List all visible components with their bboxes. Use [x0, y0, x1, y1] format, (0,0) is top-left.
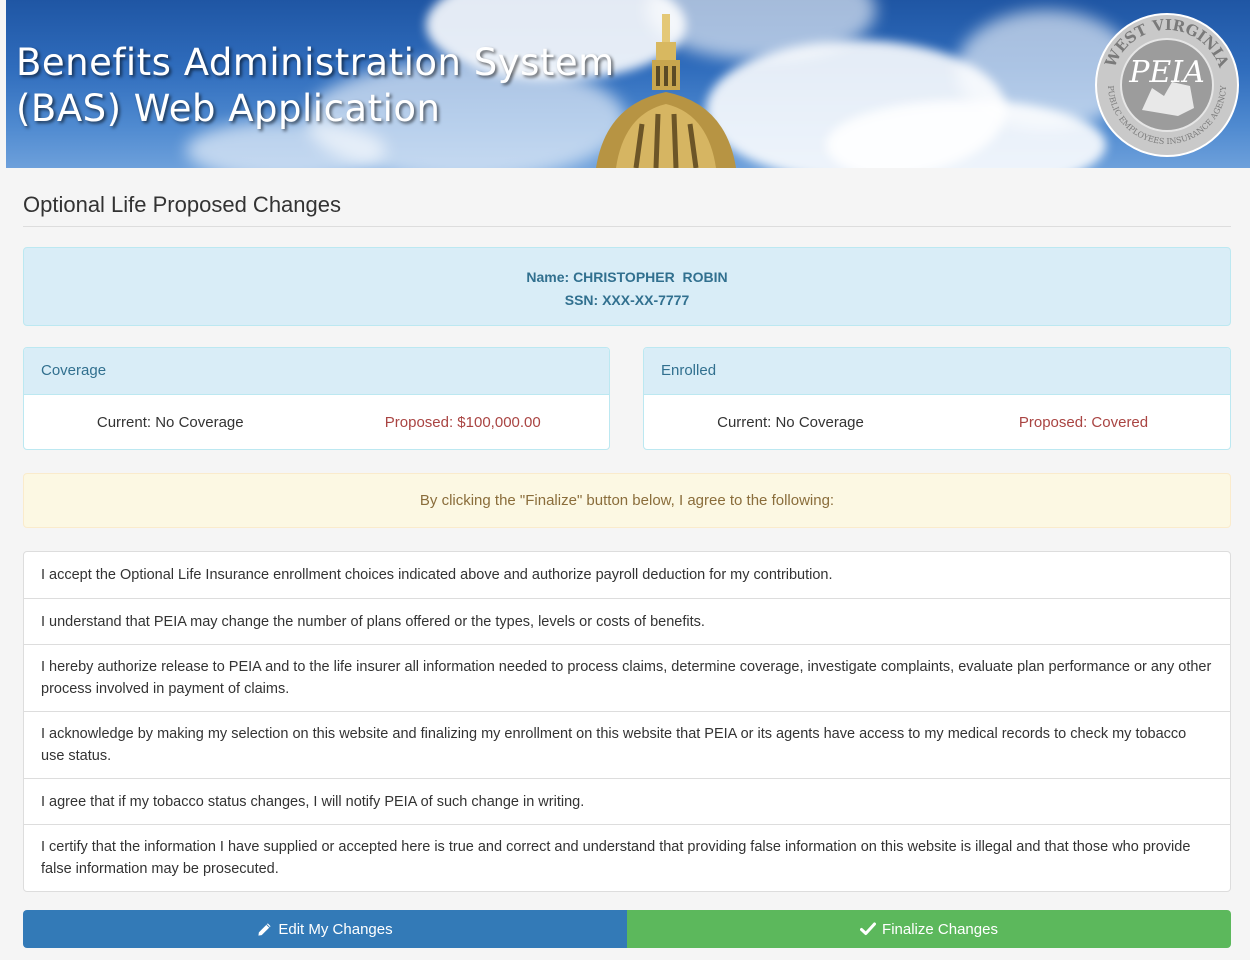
coverage-panel-body: Current: No Coverage Proposed: $100,000.…	[24, 395, 609, 449]
checkmark-icon	[860, 922, 877, 935]
enrolled-panel-heading: Enrolled	[644, 348, 1230, 395]
list-item: I understand that PEIA may change the nu…	[24, 598, 1230, 644]
member-ssn: SSN: XXX-XX-7777	[564, 292, 690, 308]
agreement-text: I hereby authorize release to PEIA and t…	[41, 659, 1212, 697]
action-buttons: Edit My Changes Finalize Changes	[23, 910, 1231, 948]
list-item: I hereby authorize release to PEIA and t…	[24, 644, 1230, 711]
peia-seal-logo: WEST VIRGINIA PUBLIC EMPLOYEES INSURANCE…	[1095, 13, 1239, 157]
agreement-list: I accept the Optional Life Insurance enr…	[23, 551, 1231, 892]
list-item: I agree that if my tobacco status change…	[24, 778, 1230, 824]
list-item: I accept the Optional Life Insurance enr…	[24, 552, 1230, 598]
banner-title-line1: Benefits Administration System	[16, 41, 615, 84]
agreement-text: I certify that the information I have su…	[41, 839, 1191, 877]
banner-title: Benefits Administration System (BAS) Web…	[16, 40, 615, 132]
agreement-text: I acknowledge by making my selection on …	[41, 726, 1187, 764]
member-name: Name: CHRISTOPHER ROBIN	[526, 269, 728, 285]
member-info-box: Name: CHRISTOPHER ROBIN SSN: XXX-XX-7777	[23, 247, 1231, 326]
agreement-text: I accept the Optional Life Insurance enr…	[41, 567, 833, 583]
agreement-text: I understand that PEIA may change the nu…	[41, 613, 705, 630]
seal-center-text: PEIA	[1128, 55, 1205, 90]
enrolled-current: Current: No Coverage	[717, 414, 864, 431]
pencil-icon	[258, 922, 271, 936]
list-item: I certify that the information I have su…	[24, 824, 1230, 891]
edit-changes-label: Edit My Changes	[278, 920, 393, 938]
header-banner: Benefits Administration System (BAS) Web…	[6, 0, 1250, 168]
coverage-proposed: Proposed: $100,000.00	[384, 414, 541, 431]
enrolled-panel: Enrolled Current: No Coverage Proposed: …	[643, 347, 1231, 450]
finalize-changes-label: Finalize Changes	[882, 920, 998, 938]
banner-title-line2: (BAS) Web Application	[16, 87, 441, 130]
enrolled-proposed: Proposed: Covered	[1018, 414, 1149, 431]
finalize-changes-button[interactable]: Finalize Changes	[627, 910, 1231, 948]
agreement-text: I agree that if my tobacco status change…	[41, 793, 585, 810]
list-item: I acknowledge by making my selection on …	[24, 711, 1230, 778]
coverage-panel: Coverage Current: No Coverage Proposed: …	[23, 347, 610, 450]
edit-changes-button[interactable]: Edit My Changes	[23, 910, 627, 948]
agreement-intro-alert: By clicking the "Finalize" button below,…	[23, 473, 1231, 528]
coverage-current: Current: No Coverage	[96, 414, 244, 431]
coverage-panel-heading: Coverage	[24, 348, 609, 395]
page-title: Optional Life Proposed Changes	[23, 192, 1231, 227]
enrolled-panel-body: Current: No Coverage Proposed: Covered	[644, 395, 1230, 449]
